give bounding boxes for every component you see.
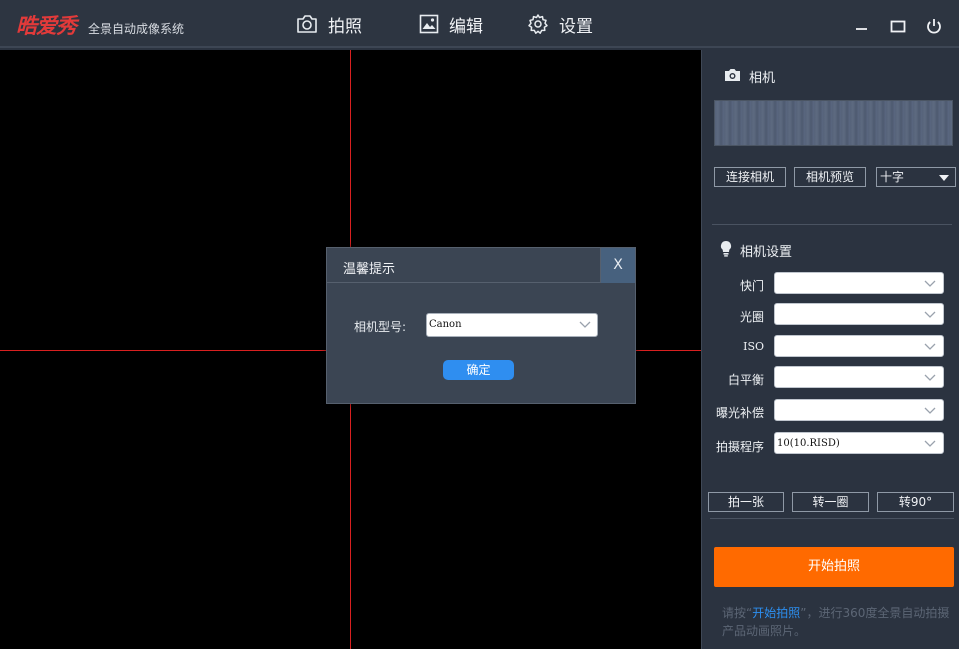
camera-icon xyxy=(724,68,741,86)
dialog-close-button[interactable]: X xyxy=(600,248,635,283)
dropdown-arrow-icon xyxy=(939,175,949,181)
dialog-header: 温馨提示 X xyxy=(327,248,635,283)
nav-edit[interactable]: 编辑 xyxy=(419,11,483,37)
bulb-icon xyxy=(720,240,732,261)
rotate-90-button[interactable]: 转90° xyxy=(877,492,954,512)
divider xyxy=(712,224,952,225)
camera-model-label: 相机型号: xyxy=(354,320,407,334)
chevron-down-icon xyxy=(579,319,591,332)
hint-pre: 请按“ xyxy=(722,606,753,620)
camera-preview-area xyxy=(714,100,953,146)
program-select[interactable]: 10(10.RISD) xyxy=(774,432,944,454)
camera-icon xyxy=(296,14,318,34)
nav-edit-label: 编辑 xyxy=(449,16,483,37)
exposure-select[interactable] xyxy=(774,399,944,421)
camera-settings-title: 相机设置 xyxy=(720,240,792,261)
nav-photo-label: 拍照 xyxy=(328,16,362,37)
chevron-down-icon xyxy=(924,341,936,354)
control-panel: 相机 连接相机 相机预览 十字 相机设置 快门 光圈 ISO 白平衡 曝光补偿 … xyxy=(701,50,959,649)
nav-settings-label: 设置 xyxy=(559,16,593,37)
crosshair-mode-value: 十字 xyxy=(880,170,905,184)
minimize-icon[interactable] xyxy=(853,17,871,35)
divider xyxy=(710,518,954,519)
chevron-down-icon xyxy=(924,405,936,418)
app-logo: 晧爱秀 xyxy=(16,13,77,38)
settings-title: 相机设置 xyxy=(740,245,793,260)
app-subtitle: 全景自动成像系统 xyxy=(88,22,185,36)
title-bar: 晧爱秀 全景自动成像系统 拍照 编辑 设置 xyxy=(0,0,959,48)
hint-text: 请按“开始拍照”，进行360度全景自动拍摄产品动画照片。 xyxy=(722,604,954,640)
shutter-label: 快门 xyxy=(739,279,764,293)
hint-highlight: 开始拍照 xyxy=(752,606,801,620)
crosshair-mode-select[interactable]: 十字 xyxy=(876,167,956,187)
camera-title: 相机 xyxy=(749,71,776,86)
program-value: 10(10.RISD) xyxy=(777,438,840,449)
camera-preview-button[interactable]: 相机预览 xyxy=(794,167,866,187)
iso-select[interactable] xyxy=(774,335,944,357)
start-shooting-button[interactable]: 开始拍照 xyxy=(714,547,954,587)
connect-camera-button[interactable]: 连接相机 xyxy=(714,167,786,187)
image-edit-icon xyxy=(419,14,439,34)
tip-dialog: 温馨提示 X 相机型号: Canon 确定 xyxy=(326,247,636,404)
dialog-title: 温馨提示 xyxy=(343,262,396,277)
shoot-one-button[interactable]: 拍一张 xyxy=(708,492,784,512)
iso-label: ISO xyxy=(743,340,764,353)
aperture-label: 光圈 xyxy=(739,310,764,324)
camera-section-title: 相机 xyxy=(724,67,775,86)
nav-settings[interactable]: 设置 xyxy=(527,11,593,37)
shutter-select[interactable] xyxy=(774,272,944,294)
white-balance-label: 白平衡 xyxy=(727,373,764,387)
nav-photo[interactable]: 拍照 xyxy=(296,11,362,37)
program-label: 拍摄程序 xyxy=(715,440,764,454)
chevron-down-icon xyxy=(924,438,936,451)
chevron-down-icon xyxy=(924,278,936,291)
camera-model-select[interactable]: Canon xyxy=(426,313,598,337)
exposure-label: 曝光补偿 xyxy=(715,406,764,420)
white-balance-select[interactable] xyxy=(774,366,944,388)
rotate-once-button[interactable]: 转一圈 xyxy=(792,492,869,512)
confirm-button[interactable]: 确定 xyxy=(443,360,514,380)
chevron-down-icon xyxy=(924,309,936,322)
aperture-select[interactable] xyxy=(774,303,944,325)
chevron-down-icon xyxy=(924,372,936,385)
power-icon[interactable] xyxy=(925,17,943,35)
gear-icon xyxy=(527,13,549,35)
camera-model-value: Canon xyxy=(429,319,462,330)
maximize-icon[interactable] xyxy=(889,17,907,35)
